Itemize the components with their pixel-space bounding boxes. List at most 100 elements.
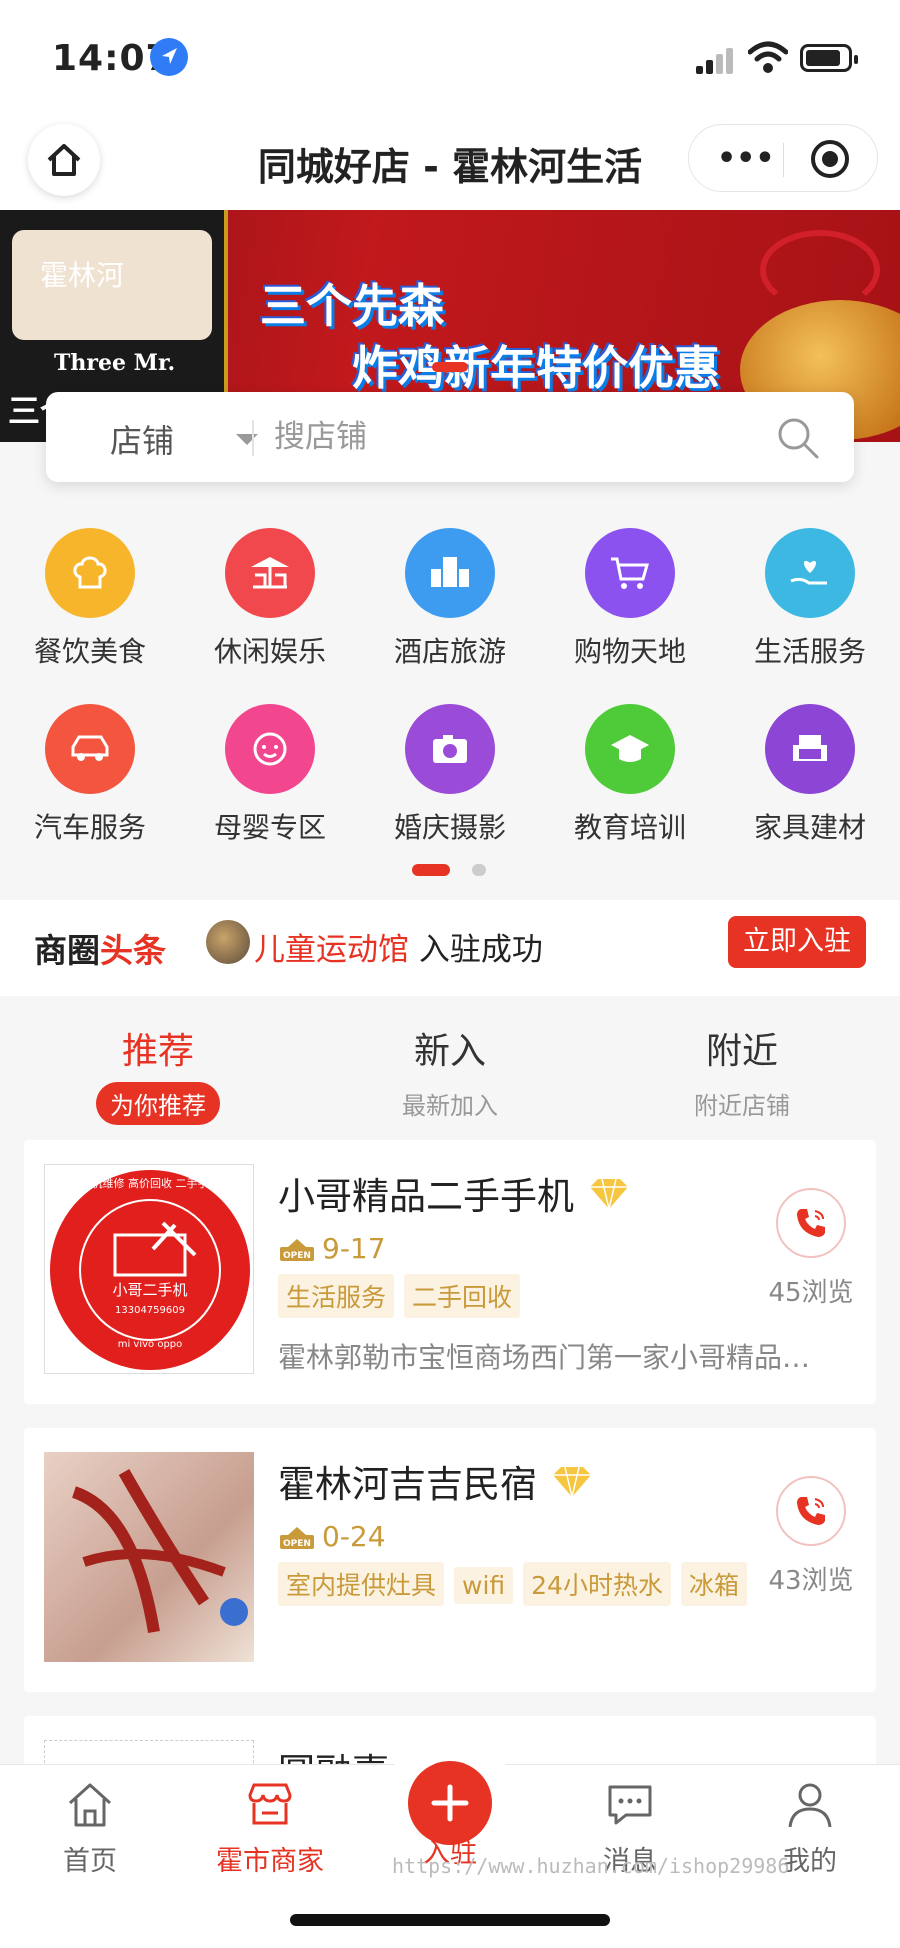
tab-title: 新入 (413, 1031, 486, 1072)
armchair-icon (765, 704, 855, 794)
headline-shop: 儿童运动馆 (254, 932, 409, 968)
logo-phone-text: 13304759609 (115, 1305, 185, 1316)
category-label: 购物天地 (573, 635, 686, 668)
category-baby[interactable]: 母婴专区 (180, 704, 360, 846)
svg-text:OPEN: OPEN (283, 1539, 311, 1549)
open-hours-text: 9-17 (322, 1232, 386, 1265)
category-education[interactable]: 教育培训 (540, 704, 720, 846)
app-screen: 14:07 同城好店 - 霍林河生活 ••• Three Mr. 三个先森 炸鸡 (0, 0, 900, 1948)
diamond-icon (551, 1465, 593, 1508)
tab-recommend[interactable]: 推荐 为你推荐 (8, 1022, 308, 1125)
category-hotel[interactable]: 酒店旅游 (360, 528, 540, 670)
chef-hat-icon (45, 528, 135, 618)
mini-program-capsule: ••• (688, 124, 878, 192)
category-label: 母婴专区 (213, 811, 326, 844)
tab-new[interactable]: 新入 最新加入 (300, 1022, 600, 1125)
category-furniture[interactable]: 家具建材 (720, 704, 900, 846)
shop-logo-image: 手机维修 高价回收 二手手机 小哥二手机 13304759609 mi vivo… (44, 1164, 254, 1374)
category-label: 餐饮美食 (33, 635, 146, 668)
category-label: 酒店旅游 (393, 635, 506, 668)
shop-photo-image (44, 1452, 254, 1662)
banner-headline: 三个先森 (260, 279, 444, 333)
search-bar: 店铺 (46, 392, 854, 482)
location-selector[interactable]: 霍林河 (40, 254, 124, 294)
category-dining[interactable]: 餐饮美食 (0, 528, 180, 670)
shop-address: 霍林郭勒市宝恒商场西门第一家小哥精品二手手机 (278, 1341, 826, 1374)
close-target-icon[interactable] (811, 140, 849, 178)
shop-tag: 生活服务 (278, 1274, 395, 1318)
tab-title: 推荐 (121, 1031, 194, 1072)
headline-message[interactable]: 儿童运动馆 入驻成功 (254, 924, 543, 969)
shop-tag: 24小时热水 (523, 1562, 671, 1606)
open-hours-text: 0-24 (322, 1520, 386, 1553)
shop-card[interactable]: 霍林河吉吉民宿 OPEN 0-24 室内提供灶具 wifi 24小时热水 冰箱 43浏览 (24, 1428, 876, 1692)
ribbon-decoration (760, 230, 880, 310)
phone-call-button[interactable] (776, 1476, 846, 1546)
pager-dot-active[interactable] (412, 864, 450, 876)
logo-brands-text: mi vivo oppo (118, 1339, 183, 1350)
search-divider (252, 420, 254, 456)
brand-english: Three Mr. (54, 350, 176, 376)
category-wedding[interactable]: 婚庆摄影 (360, 704, 540, 846)
user-icon (788, 1783, 832, 1828)
view-count: 45浏览 (768, 1278, 854, 1308)
more-menu-icon[interactable]: ••• (717, 144, 775, 174)
graduation-cap-icon (585, 704, 675, 794)
wifi-icon (747, 40, 789, 76)
phone-icon (797, 1209, 825, 1237)
shop-tags: 室内提供灶具 wifi 24小时热水 冰箱 (278, 1562, 757, 1606)
caret-down-icon[interactable] (236, 434, 258, 445)
category-life-service[interactable]: 生活服务 (720, 528, 900, 670)
headline-text: 入驻成功 (409, 932, 543, 968)
banner-subheadline: 炸鸡新年特价优惠 (352, 341, 720, 395)
shop-tag: 二手回收 (404, 1274, 521, 1318)
category-pager (0, 864, 900, 878)
chat-bubble-icon (608, 1785, 652, 1825)
logo-name-text: 小哥二手机 (112, 1281, 187, 1299)
location-arrow-icon (150, 38, 188, 76)
tab-home[interactable]: 首页 (0, 1777, 180, 1878)
pager-dot[interactable] (472, 864, 486, 876)
category-car[interactable]: 汽车服务 (0, 704, 180, 846)
shop-name: 小哥精品二手手机 (278, 1166, 630, 1220)
category-leisure[interactable]: 休闲娱乐 (180, 528, 360, 670)
hotel-icon (405, 528, 495, 618)
open-hours: OPEN 0-24 (278, 1520, 386, 1553)
category-label: 休闲娱乐 (213, 635, 326, 668)
shop-tag: 冰箱 (680, 1562, 747, 1606)
headline-brand-b: 头条 (100, 931, 166, 970)
category-label: 家具建材 (753, 811, 866, 844)
headline-brand: 商圈头条 (34, 924, 166, 972)
search-icon[interactable] (776, 416, 820, 460)
open-sign-icon: OPEN (278, 1237, 316, 1263)
search-type-dropdown[interactable]: 店铺 (110, 416, 174, 462)
phone-call-button[interactable] (776, 1188, 846, 1258)
category-label: 婚庆摄影 (393, 811, 506, 844)
logo-top-text: 手机维修 高价回收 二手手机 (81, 1176, 220, 1190)
tab-label: 首页 (63, 1846, 117, 1877)
shop-card[interactable]: 手机维修 高价回收 二手手机 小哥二手机 13304759609 mi vivo… (24, 1140, 876, 1404)
open-hours: OPEN 9-17 (278, 1232, 386, 1265)
tab-title: 附近 (705, 1031, 778, 1072)
status-bar: 14:07 (0, 0, 900, 110)
shop-tabs: 推荐 为你推荐 新入 最新加入 附近 附近店铺 (0, 1000, 900, 1140)
view-count: 43浏览 (768, 1566, 854, 1596)
category-shopping[interactable]: 购物天地 (540, 528, 720, 670)
join-now-button[interactable]: 立即入驻 (728, 916, 866, 968)
category-label: 汽车服务 (33, 811, 146, 844)
baby-face-icon (225, 704, 315, 794)
tab-subtitle: 最新加入 (402, 1092, 498, 1120)
plus-icon (431, 1784, 469, 1822)
business-headline: 商圈头条 儿童运动馆 入驻成功 立即入驻 (0, 900, 900, 996)
tab-merchants[interactable]: 霍市商家 (180, 1777, 360, 1878)
car-icon (45, 704, 135, 794)
search-input[interactable] (274, 412, 754, 462)
shop-tag: wifi (454, 1567, 514, 1604)
heart-hand-icon (765, 528, 855, 618)
category-label: 教育培训 (573, 811, 686, 844)
shop-name-text: 小哥精品二手手机 (278, 1175, 574, 1218)
battery-icon (800, 44, 858, 72)
cafe-umbrella-icon (225, 528, 315, 618)
tab-nearby[interactable]: 附近 附近店铺 (592, 1022, 892, 1125)
store-icon (248, 1783, 292, 1825)
